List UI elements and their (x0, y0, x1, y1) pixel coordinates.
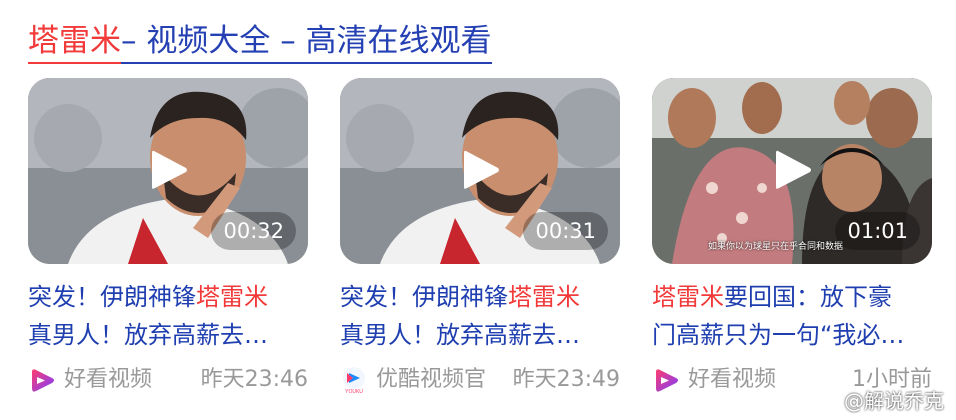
svg-text:YOUKU: YOUKU (345, 389, 363, 394)
video-time: 昨天23:46 (200, 367, 308, 392)
video-source: 好看视频 (688, 367, 777, 392)
video-duration: 01:01 (835, 212, 920, 250)
play-icon (152, 150, 187, 189)
haokan-logo-icon (32, 369, 54, 392)
title-text: 突发！伊朗神锋 (340, 283, 508, 311)
video-subtitle: 如果你以为球星只在乎合同和数据 (708, 242, 844, 252)
video-time: 昨天23:49 (512, 367, 620, 392)
video-title-2[interactable]: 突发！伊朗神锋塔雷米 真男人！放弃高薪去… (340, 278, 620, 354)
weibo-watermark: @解说乔克 (814, 385, 944, 414)
video-meta-2: YOUKU 优酷视频官 昨天23:49 (340, 362, 620, 398)
title-text-line2: 门高薪只为一句“我必… (652, 321, 905, 349)
video-title-3[interactable]: 塔雷米要回国：放下豪 门高薪只为一句“我必… (652, 278, 932, 354)
haokan-logo-icon (656, 369, 678, 392)
video-title-1[interactable]: 突发！伊朗神锋塔雷米 真男人！放弃高薪去… (28, 278, 308, 354)
title-rest: – 视频大全 – 高清在线观看 (121, 20, 492, 64)
youku-logo-icon: YOUKU (343, 367, 365, 394)
video-source: 好看视频 (64, 367, 153, 392)
title-keyword: 塔雷米 (652, 283, 724, 311)
video-duration: 00:32 (211, 212, 296, 250)
video-source: 优酷视频官 (376, 367, 487, 392)
weibo-icon (814, 390, 839, 411)
play-icon (776, 150, 811, 189)
video-card-3[interactable]: 如果你以为球星只在乎合同和数据 01:01 塔雷米要回国：放下豪 门高薪只为一句… (652, 78, 932, 398)
title-keyword: 塔雷米 (508, 283, 580, 311)
video-meta-1: 好看视频 昨天23:46 (28, 362, 308, 398)
results-title-link[interactable]: 塔雷米 – 视频大全 – 高清在线观看 (28, 14, 492, 64)
video-thumbnail-1[interactable]: 00:32 (28, 78, 308, 264)
video-thumbnail-2[interactable]: 00:31 (340, 78, 620, 264)
watermark-text: @解说乔克 (844, 389, 944, 413)
video-thumbnail-3[interactable]: 如果你以为球星只在乎合同和数据 01:01 (652, 78, 932, 264)
title-text-line2: 真男人！放弃高薪去… (28, 321, 268, 349)
video-card-2[interactable]: 00:31 突发！伊朗神锋塔雷米 真男人！放弃高薪去… YOUKU 优酷视频官 … (340, 78, 620, 398)
title-text: 要回国：放下豪 (724, 283, 892, 311)
play-icon (464, 150, 499, 189)
title-text-line2: 真男人！放弃高薪去… (340, 321, 580, 349)
title-text: 突发！伊朗神锋 (28, 283, 196, 311)
title-highlight: 塔雷米 (28, 20, 121, 64)
video-duration: 00:31 (523, 212, 608, 250)
video-card-1[interactable]: 00:32 突发！伊朗神锋塔雷米 真男人！放弃高薪去… 好看视频 昨天23:46 (28, 78, 308, 398)
title-keyword: 塔雷米 (196, 283, 268, 311)
